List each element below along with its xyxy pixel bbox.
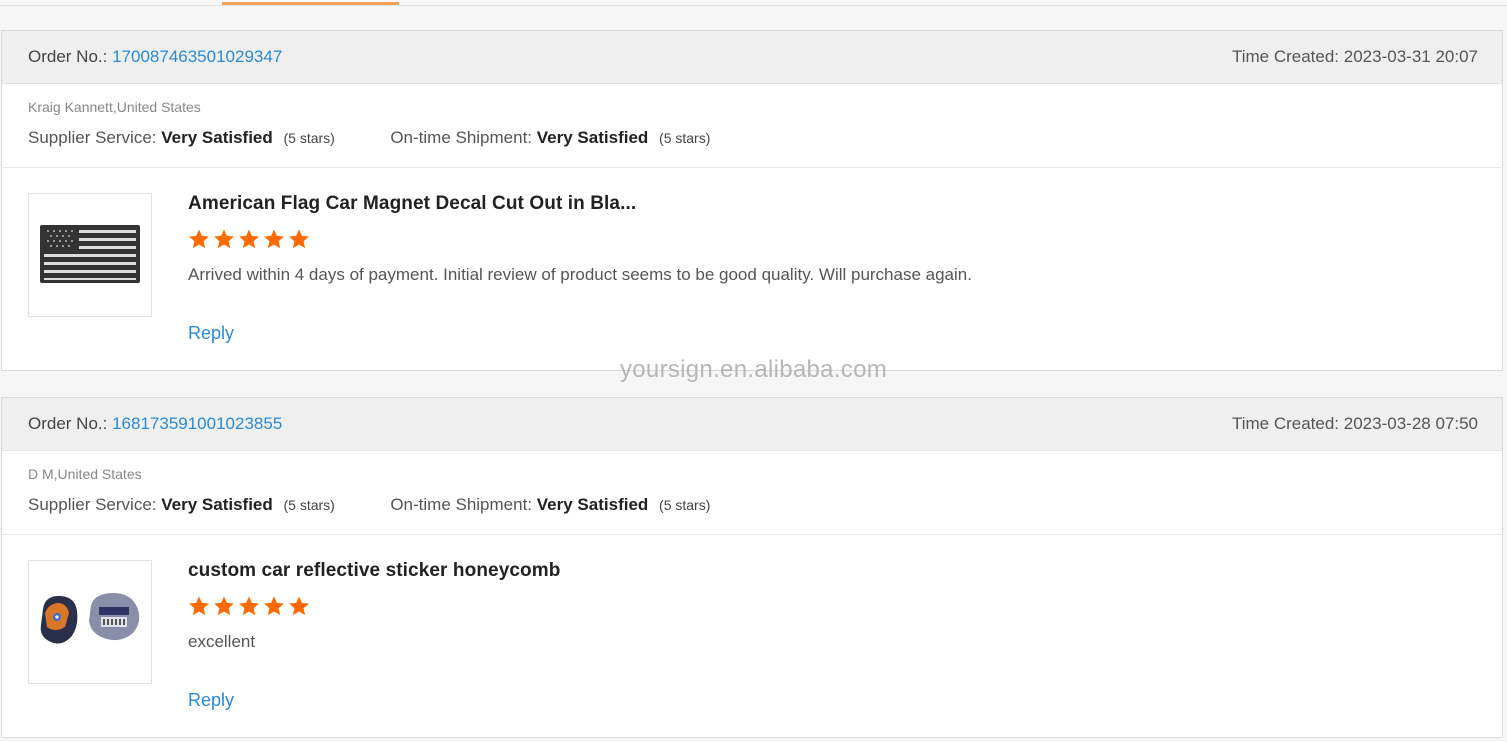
reply-link[interactable]: Reply <box>188 690 234 711</box>
order-number-link[interactable]: 170087463501029347 <box>112 47 282 66</box>
order-number-link[interactable]: 168173591001023855 <box>112 414 282 433</box>
star-rating <box>188 595 310 617</box>
divider <box>2 167 1502 168</box>
product-thumbnail[interactable] <box>28 193 152 317</box>
ontime-shipment-value: Very Satisfied <box>536 495 649 514</box>
supplier-service-label: Supplier Service: <box>28 128 157 147</box>
time-created-value: 2023-03-31 20:07 <box>1343 47 1478 66</box>
time-created-label: Time Created: <box>1231 414 1340 433</box>
product-thumbnail[interactable] <box>28 560 152 684</box>
supplier-service-value: Very Satisfied <box>161 495 273 514</box>
supplier-service-stars: (5 stars) <box>283 497 335 513</box>
order-number: Order No.: 170087463501029347 <box>28 47 282 67</box>
order-number-label: Order No.: <box>28 414 108 433</box>
buyer-info: D M,United States <box>28 466 142 482</box>
active-tab-indicator[interactable] <box>222 2 399 5</box>
star-icon <box>214 229 234 249</box>
star-icon <box>289 596 309 616</box>
top-tab-bar <box>0 0 1507 6</box>
supplier-service-value: Very Satisfied <box>161 128 273 147</box>
order-number-label: Order No.: <box>28 47 108 66</box>
review-text: excellent <box>188 632 256 651</box>
reply-link[interactable]: Reply <box>188 323 234 344</box>
buyer-info: Kraig Kannett,United States <box>28 99 201 115</box>
product-title[interactable]: American Flag Car Magnet Decal Cut Out i… <box>188 193 636 215</box>
time-created-label: Time Created: <box>1231 47 1340 66</box>
review-card-header: Order No.: 168173591001023855 Time Creat… <box>2 398 1502 451</box>
ratings-row: Supplier Service: Very Satisfied (5 star… <box>28 128 710 148</box>
star-icon <box>189 596 209 616</box>
american-flag-decal-image <box>40 225 140 283</box>
star-icon <box>264 229 284 249</box>
review-card: Order No.: 168173591001023855 Time Creat… <box>1 397 1503 738</box>
ontime-shipment-value: Very Satisfied <box>536 128 649 147</box>
time-created-value: 2023-03-28 07:50 <box>1343 414 1478 433</box>
ontime-shipment-label: On-time Shipment: <box>390 128 533 147</box>
star-icon <box>289 229 309 249</box>
order-number: Order No.: 168173591001023855 <box>28 414 282 434</box>
time-created: Time Created: 2023-03-31 20:07 <box>1232 47 1478 67</box>
reflective-sticker-image <box>40 593 140 644</box>
star-rating <box>188 228 310 250</box>
product-title[interactable]: custom car reflective sticker honeycomb <box>188 560 560 582</box>
ontime-shipment-stars: (5 stars) <box>659 130 711 146</box>
review-text: Arrived within 4 days of payment. Initia… <box>188 265 972 284</box>
star-icon <box>239 596 259 616</box>
review-card-header: Order No.: 170087463501029347 Time Creat… <box>2 31 1502 84</box>
ratings-row: Supplier Service: Very Satisfied (5 star… <box>28 495 710 515</box>
ontime-shipment-stars: (5 stars) <box>659 497 711 513</box>
supplier-service-label: Supplier Service: <box>28 495 157 514</box>
ontime-shipment-label: On-time Shipment: <box>390 495 533 514</box>
star-icon <box>239 229 259 249</box>
supplier-service-stars: (5 stars) <box>283 130 335 146</box>
review-card: Order No.: 170087463501029347 Time Creat… <box>1 30 1503 371</box>
star-icon <box>214 596 234 616</box>
time-created: Time Created: 2023-03-28 07:50 <box>1232 414 1478 434</box>
star-icon <box>189 229 209 249</box>
star-icon <box>264 596 284 616</box>
divider <box>2 534 1502 535</box>
